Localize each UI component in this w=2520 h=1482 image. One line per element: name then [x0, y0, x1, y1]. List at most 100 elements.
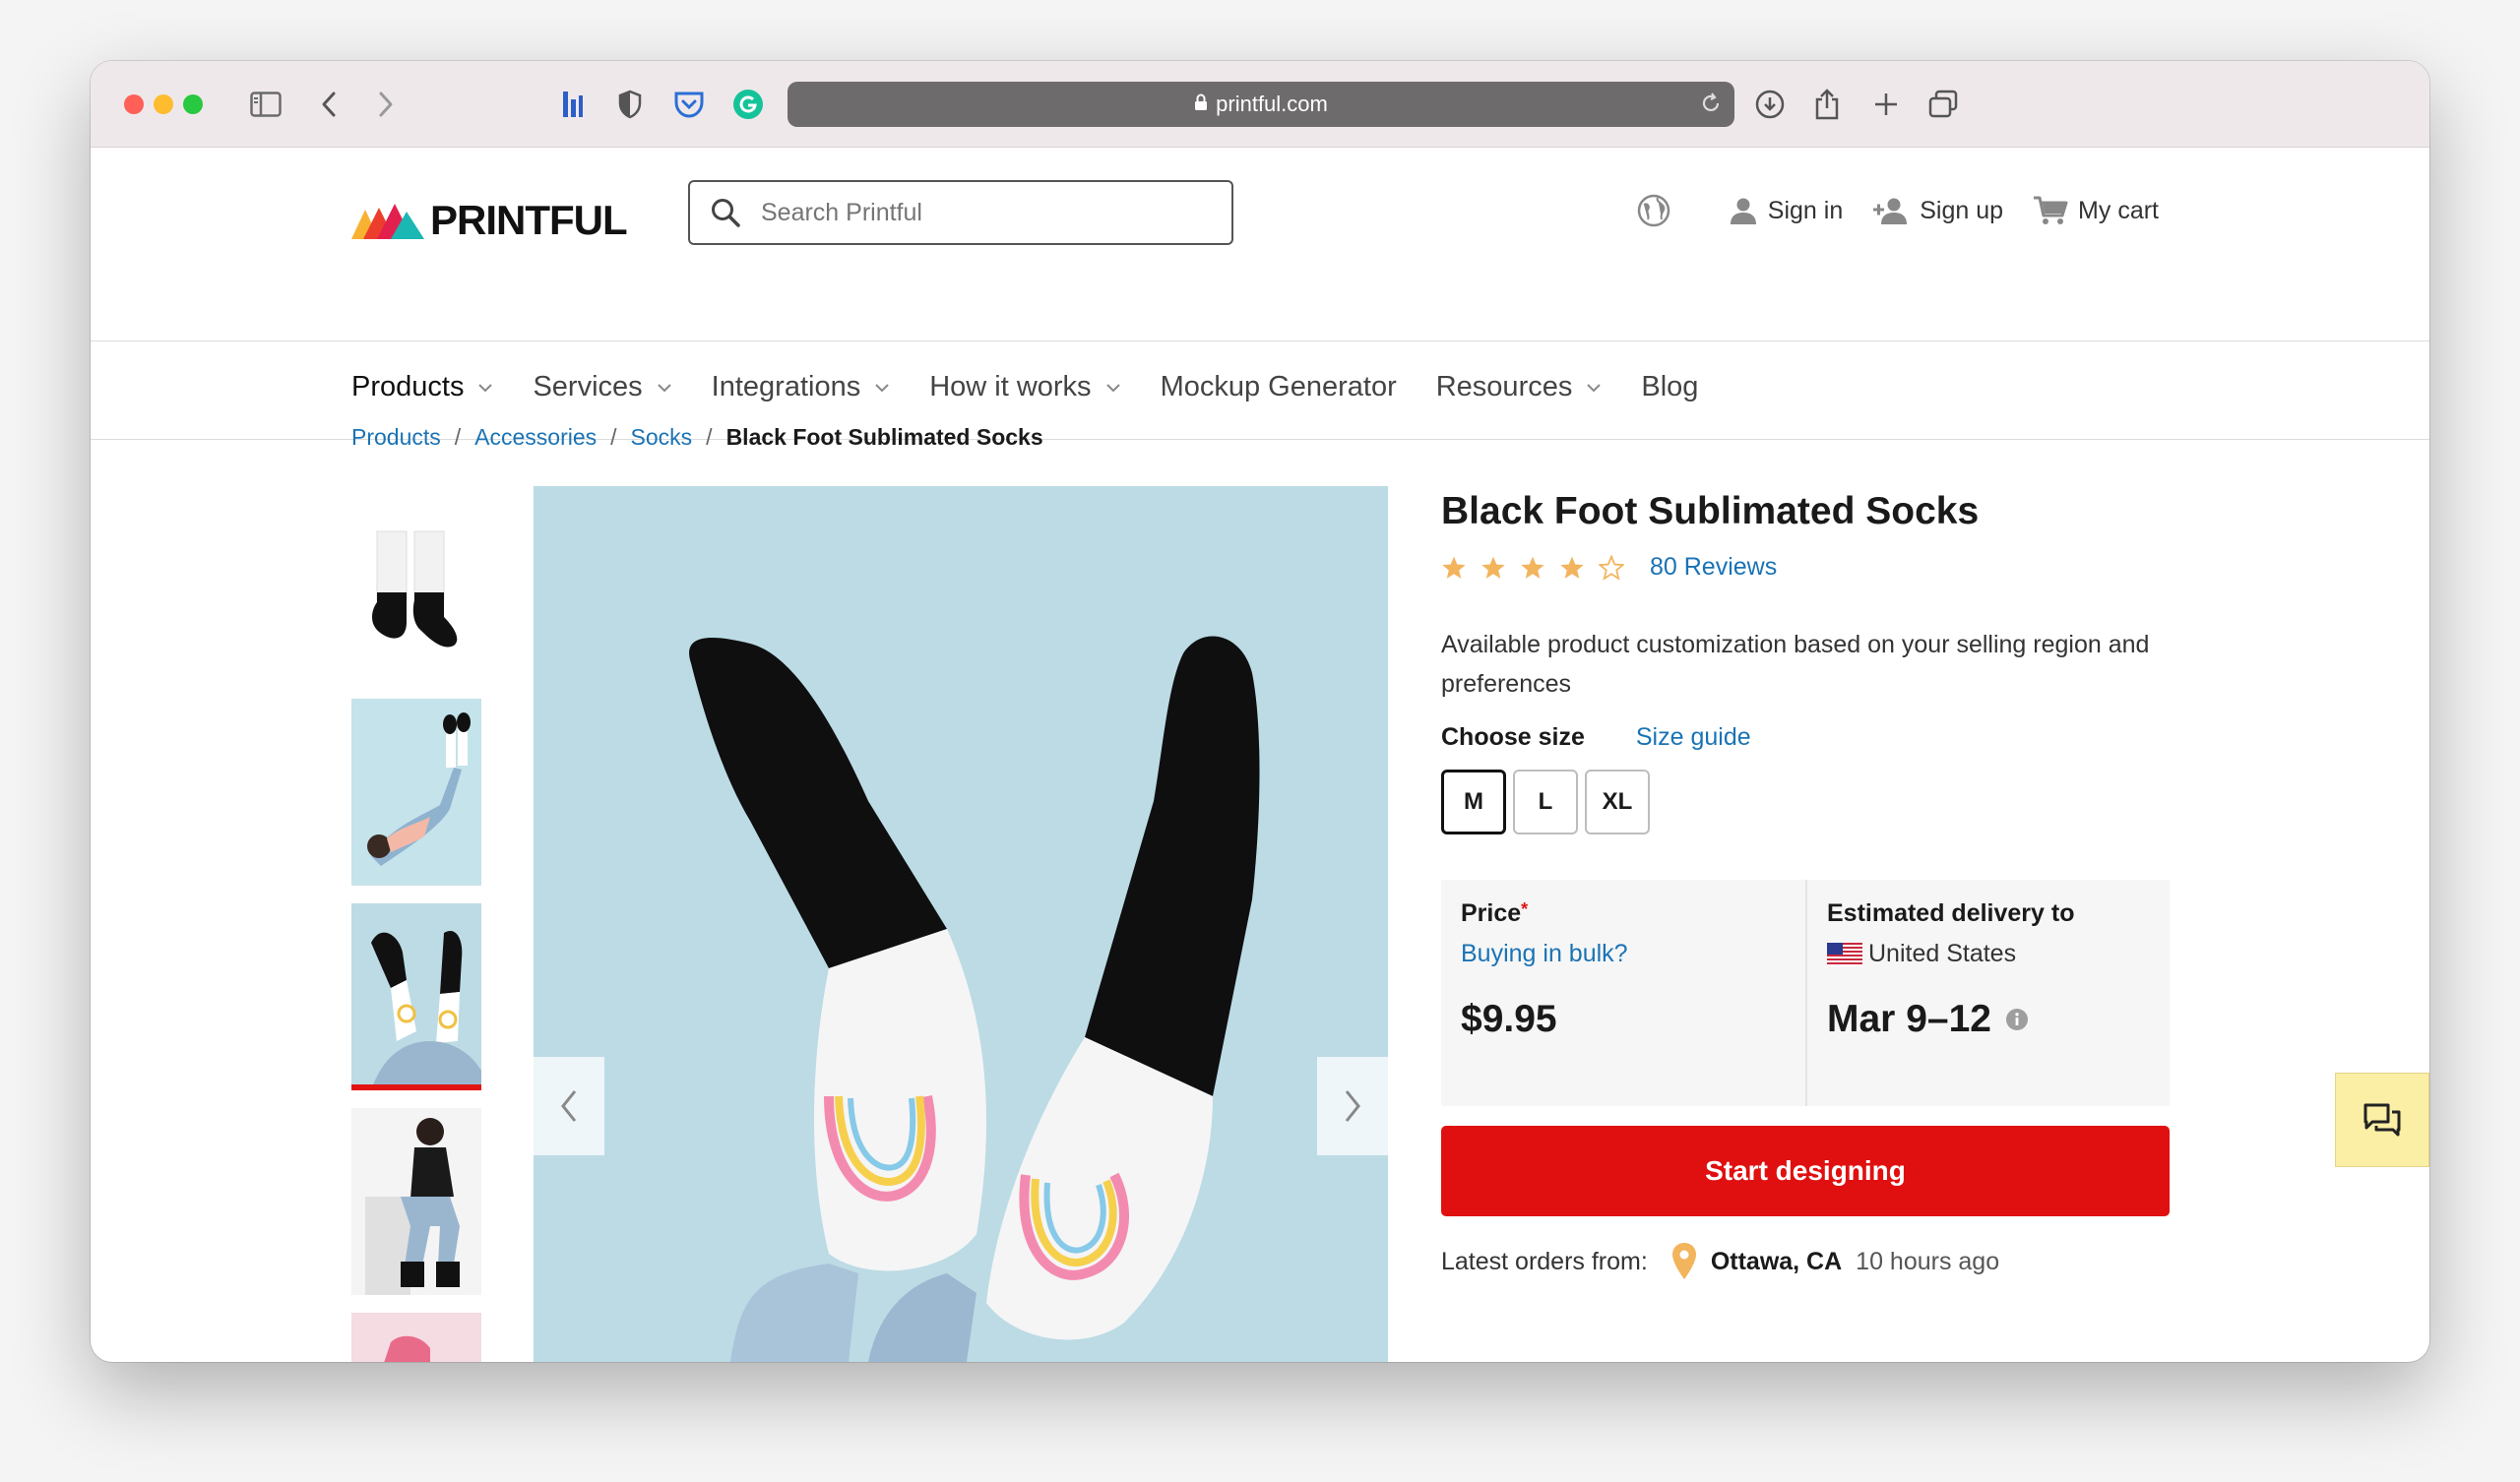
- star-filled-icon: [1560, 556, 1584, 579]
- download-icon[interactable]: [1752, 87, 1788, 122]
- nav-integrations[interactable]: Integrations: [712, 371, 891, 403]
- nav-how-it-works[interactable]: How it works: [929, 371, 1120, 403]
- star-rating: [1441, 554, 1638, 581]
- nav-label: Integrations: [711, 371, 861, 402]
- size-header: Choose size Size guide: [1441, 723, 2172, 752]
- nav-mockup-generator[interactable]: Mockup Generator: [1161, 371, 1397, 403]
- shield-icon[interactable]: [612, 87, 648, 122]
- size-options: M L XL: [1441, 770, 2172, 834]
- header-actions: Sign in Sign up My cart: [1606, 193, 2159, 228]
- next-image-button[interactable]: [1317, 1057, 1388, 1155]
- country-name: United States: [1868, 940, 2017, 967]
- chevron-down-icon: [1105, 383, 1121, 393]
- delivery-date-row: Mar 9–12: [1827, 998, 2150, 1041]
- size-option-l[interactable]: L: [1513, 770, 1578, 834]
- logo-text: PRINTFUL: [430, 197, 628, 243]
- nav-label: Resources: [1435, 371, 1573, 402]
- extension-bars-icon[interactable]: [555, 87, 591, 122]
- globe-icon[interactable]: [1636, 193, 1681, 228]
- share-icon[interactable]: [1809, 87, 1845, 122]
- delivery-country[interactable]: United States: [1827, 940, 2150, 968]
- url-text: printful.com: [1216, 92, 1328, 116]
- thumbnail-list: [351, 494, 481, 1362]
- reviews-link[interactable]: 80 Reviews: [1650, 553, 1777, 582]
- thumbnail-5[interactable]: [351, 1313, 481, 1362]
- chevron-down-icon: [477, 383, 493, 393]
- user-icon: [1730, 198, 1756, 224]
- nav-resources[interactable]: Resources: [1436, 371, 1603, 403]
- search-box[interactable]: [688, 180, 1233, 245]
- cart-icon: [2034, 196, 2068, 224]
- chevron-down-icon: [657, 383, 672, 393]
- sign-up-link[interactable]: Sign up: [1872, 196, 2003, 225]
- nav-label: How it works: [929, 371, 1092, 402]
- new-tab-plus-icon[interactable]: [1868, 87, 1904, 122]
- thumbnail-3[interactable]: [351, 903, 481, 1090]
- price-value: $9.95: [1461, 998, 1557, 1040]
- breadcrumb-products[interactable]: Products: [351, 424, 441, 451]
- nav-label: Blog: [1641, 371, 1699, 402]
- size-option-m[interactable]: M: [1441, 770, 1506, 834]
- thumbnail-1[interactable]: [351, 494, 481, 681]
- lock-icon: [1194, 93, 1208, 116]
- close-window-button[interactable]: [124, 94, 144, 114]
- browser-toolbar: printful.com: [91, 61, 2429, 148]
- cart-link[interactable]: My cart: [2033, 195, 2159, 226]
- star-filled-icon: [1481, 556, 1505, 579]
- breadcrumb-separator: /: [610, 424, 617, 450]
- breadcrumb-separator: /: [706, 424, 713, 450]
- pocket-icon[interactable]: [671, 87, 707, 122]
- previous-image-button[interactable]: [534, 1057, 604, 1155]
- nav-blog[interactable]: Blog: [1641, 371, 1698, 403]
- printful-logo[interactable]: PRINTFUL: [351, 191, 628, 250]
- breadcrumb-accessories[interactable]: Accessories: [474, 424, 597, 451]
- latest-order-city: Ottawa, CA: [1710, 1247, 1843, 1275]
- product-title: Black Foot Sublimated Socks: [1441, 490, 1980, 532]
- star-filled-icon: [1442, 556, 1466, 579]
- us-flag-icon: [1827, 942, 1862, 966]
- sign-in-label: Sign in: [1767, 196, 1844, 224]
- delivery-dates: Mar 9–12: [1827, 998, 1991, 1040]
- nav-services[interactable]: Services: [533, 371, 671, 403]
- thumbnail-4[interactable]: [351, 1108, 481, 1295]
- breadcrumb-socks[interactable]: Socks: [631, 424, 693, 451]
- sign-in-link[interactable]: Sign in: [1729, 196, 1843, 225]
- size-option-xl[interactable]: XL: [1585, 770, 1650, 834]
- sidebar-toggle-icon[interactable]: [248, 87, 284, 122]
- chevron-right-icon: [1345, 1090, 1360, 1122]
- back-arrow-icon[interactable]: [311, 87, 346, 122]
- thumbnail-2[interactable]: [351, 699, 481, 886]
- tab-overview-icon[interactable]: [1925, 87, 1961, 122]
- search-icon: [710, 197, 741, 228]
- grammarly-icon[interactable]: [730, 87, 766, 122]
- search-input[interactable]: [761, 198, 1194, 227]
- minimize-window-button[interactable]: [154, 94, 173, 114]
- bulk-link[interactable]: Buying in bulk?: [1461, 940, 1786, 968]
- latest-orders-label: Latest orders from:: [1441, 1247, 1648, 1275]
- rating-row: 80 Reviews: [1441, 553, 2172, 582]
- nav-label: Mockup Generator: [1160, 371, 1397, 402]
- reload-icon[interactable]: [1699, 92, 1723, 121]
- chevron-down-icon: [874, 383, 890, 393]
- start-designing-button[interactable]: Start designing: [1441, 1126, 2170, 1216]
- nav-label: Products: [351, 371, 465, 402]
- product-main-image: [534, 486, 1388, 1362]
- size-guide-link[interactable]: Size guide: [1636, 723, 1751, 752]
- add-user-icon: [1873, 198, 1908, 224]
- latest-orders: Latest orders from: Ottawa, CA 10 hours …: [1441, 1242, 2172, 1281]
- site-header: PRINTFUL Sign in Sign up My cart: [91, 148, 2429, 341]
- cart-label: My cart: [2078, 196, 2159, 224]
- delivery-label: Estimated delivery to: [1827, 899, 2075, 927]
- zoom-window-button[interactable]: [183, 94, 203, 114]
- nav-label: Services: [533, 371, 643, 402]
- chat-button[interactable]: [2335, 1073, 2429, 1167]
- sign-up-label: Sign up: [1920, 196, 2004, 224]
- info-icon[interactable]: [2005, 1008, 2029, 1031]
- breadcrumb-current: Black Foot Sublimated Socks: [725, 424, 1043, 450]
- nav-products[interactable]: Products: [351, 371, 493, 403]
- latest-order-time: 10 hours ago: [1856, 1247, 2000, 1275]
- breadcrumb-separator: /: [454, 424, 462, 450]
- forward-arrow-icon[interactable]: [368, 87, 404, 122]
- required-asterisk: *: [1521, 899, 1529, 919]
- address-bar[interactable]: printful.com: [788, 82, 1734, 127]
